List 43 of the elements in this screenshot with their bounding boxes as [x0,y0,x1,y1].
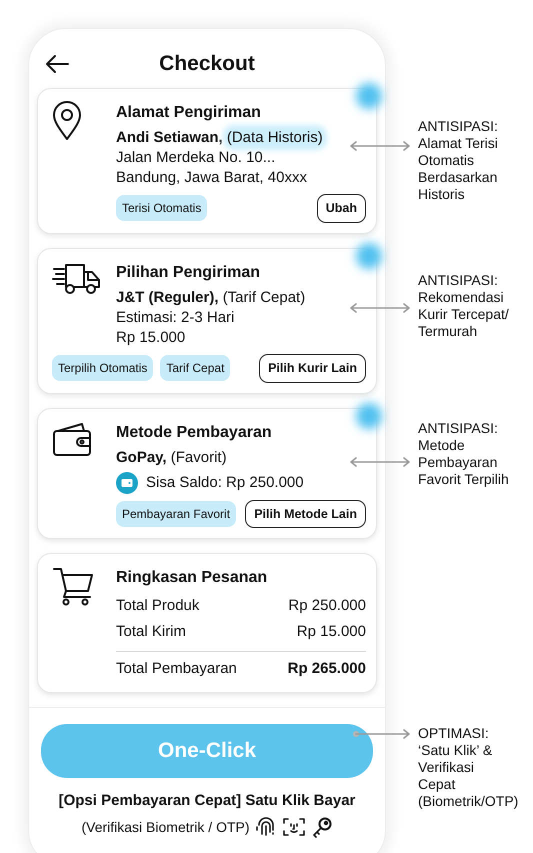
action-button[interactable]: Pilih Kurir Lain [259,354,366,382]
summary-label: Total Pembayaran [116,659,237,680]
caption-text: [Opsi Pembayaran Cepat] Satu Klik Bayar [58,790,356,811]
card-title: Pilihan Pengiriman [116,262,262,283]
location-pin-icon [52,101,82,141]
annotation-text: OPTIMASI: ‘Satu Klik’ & Verifikasi Cepat (Biometrik/OTP) [418,725,518,810]
action-button[interactable]: Ubah [316,194,366,223]
status-tag: Terpilih Otomatis [52,355,154,382]
wallet-badge-icon [116,472,138,494]
annotation-text: ANTISIPASI: Metode Pembayaran Favorit Terpilih [418,420,509,488]
card-line: GoPay, (Favorit) [116,448,228,468]
card-title: Alamat Pengiriman [116,103,262,123]
card-line: Estimasi: 2-3 Hari [116,308,236,328]
card-line: Bandung, Jawa Barat, 40xxx [116,168,308,188]
fingerprint-icon [254,816,277,838]
status-tag: Terisi Otomatis [116,195,208,222]
summary-value: Rp 250.000 [288,596,366,616]
annotation-text: ANTISIPASI: Rekomendasi Kurir Tercepat/ Termurah [418,272,509,340]
card-line: Jalan Merdeka No. 10... [116,148,276,168]
key-icon [310,816,333,838]
card-title: Metode Pembayaran [116,422,273,442]
status-tag: Tarif Cepat [160,355,230,382]
card-line: Rp 15.000 [116,328,186,348]
status-tag: Pembayaran Favorit [116,500,236,527]
summary-label: Total Produk [116,596,200,616]
double-arrow-icon [348,456,412,468]
cart-icon [52,566,94,606]
action-button[interactable]: Pilih Metode Lain [245,500,366,528]
double-arrow-icon [348,140,412,152]
card-title: Ringkasan Pesanan [116,568,268,588]
card-line: Andi Setiawan, (Data Historis) [116,128,324,148]
face-scan-icon [282,816,306,838]
double-arrow-icon [348,302,412,314]
summary-value: Rp 15.000 [296,622,366,642]
summary-value: Rp 265.000 [288,659,366,680]
summary-label: Total Kirim [116,622,186,642]
back-arrow-icon[interactable] [44,54,70,74]
balance-text: Sisa Saldo: Rp 250.000 [146,472,304,492]
card-line: J&T (Reguler), (Tarif Cepat) [116,288,306,308]
verification-text: (Verifikasi Biometrik / OTP) [81,818,250,837]
page-title: Checkout [159,51,255,78]
wallet-icon [52,420,94,456]
annotation-text: ANTISIPASI: Alamat Terisi Otomatis Berdasarkan Historis [418,118,498,203]
